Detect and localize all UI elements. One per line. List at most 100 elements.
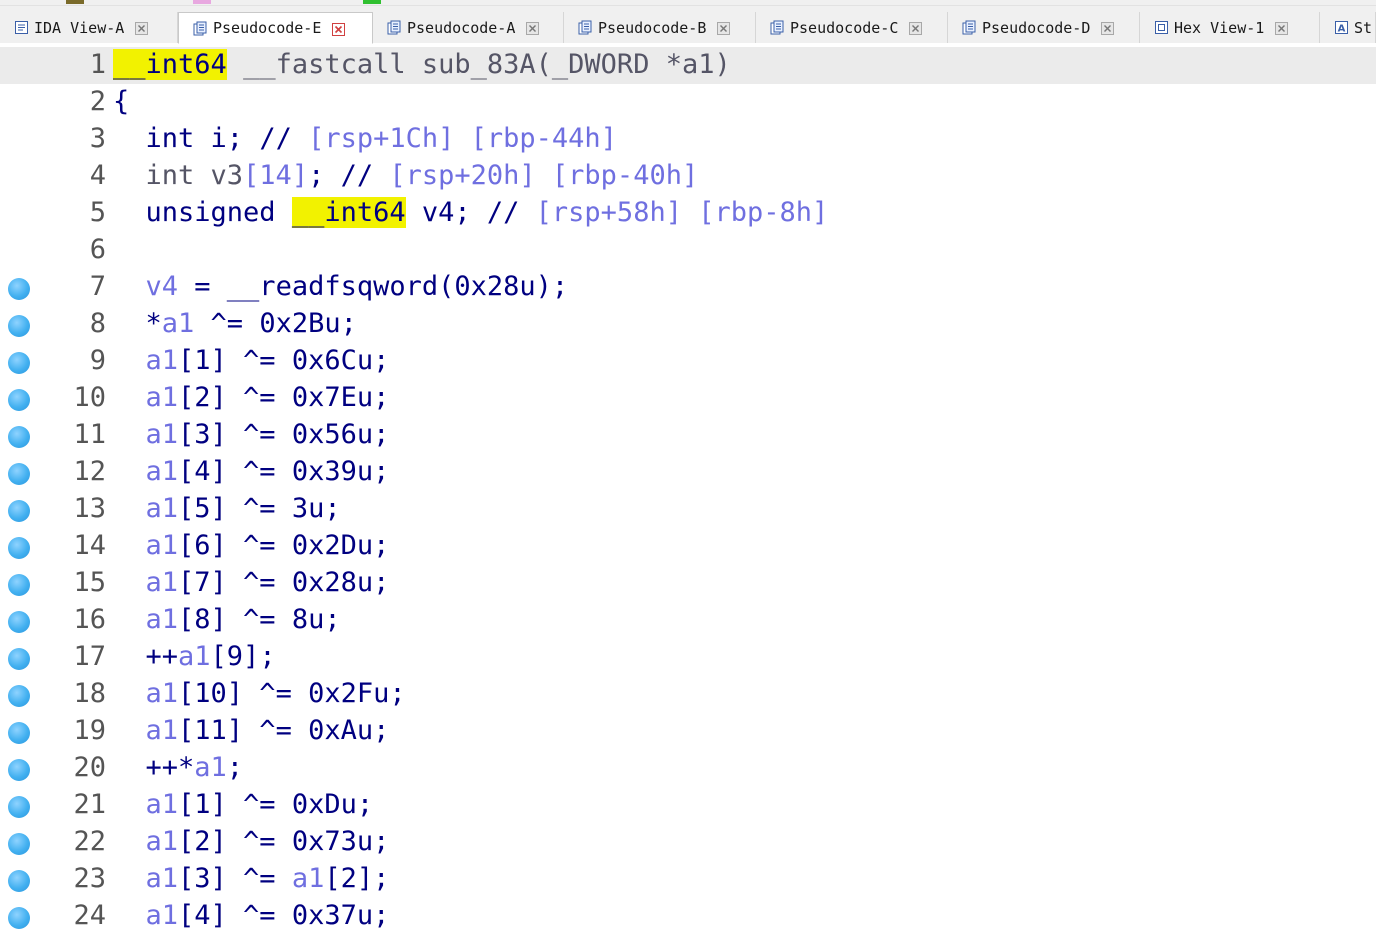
code-token-var[interactable]: a1	[194, 752, 227, 783]
breakpoint-dot-icon[interactable]	[8, 389, 30, 411]
tab-pseudocode-b[interactable]: Pseudocode-B	[564, 12, 756, 43]
code-line[interactable]: 22 a1[2] ^= 0x73u;	[0, 824, 1376, 861]
code-token-var[interactable]: a1	[146, 900, 179, 931]
code-line[interactable]: 17 ++a1[9];	[0, 639, 1376, 676]
line-number: 1	[89, 49, 106, 80]
breakpoint-dot-icon[interactable]	[8, 463, 30, 485]
code-line[interactable]: 10 a1[2] ^= 0x7Eu;	[0, 380, 1376, 417]
breakpoint-dot-icon[interactable]	[8, 648, 30, 670]
code-token-var[interactable]: a1	[146, 567, 179, 598]
breakpoint-dot-icon[interactable]	[8, 315, 30, 337]
code-line[interactable]: 16 a1[8] ^= 8u;	[0, 602, 1376, 639]
code-text: int v3[14]; // [rsp+20h] [rbp-40h]	[113, 161, 699, 191]
code-line[interactable]: 23 a1[3] ^= a1[2];	[0, 861, 1376, 898]
close-tab-icon[interactable]	[526, 21, 540, 35]
code-line[interactable]: 21 a1[1] ^= 0xDu;	[0, 787, 1376, 824]
breakpoint-dot-icon[interactable]	[8, 611, 30, 633]
code-line[interactable]: 3 int i; // [rsp+1Ch] [rbp-44h]	[0, 121, 1376, 158]
breakpoint-dot-icon[interactable]	[8, 722, 30, 744]
close-tab-icon[interactable]	[135, 21, 149, 35]
code-token-var[interactable]: a1	[146, 604, 179, 635]
code-line[interactable]: 7 v4 = __readfsqword(0x28u);	[0, 269, 1376, 306]
code-token-plain: [4] ^= 0x39u;	[178, 456, 390, 487]
pseudocode-editor[interactable]: 1 __int64 __fastcall sub_83A(_DWORD *a1) 2…	[0, 44, 1376, 931]
code-line[interactable]: 9 a1[1] ^= 0x6Cu;	[0, 343, 1376, 380]
breakpoint-dot-icon[interactable]	[8, 574, 30, 596]
code-token-var[interactable]: a1	[146, 715, 179, 746]
code-token-var[interactable]: a1	[146, 493, 179, 524]
code-line[interactable]: 1 __int64 __fastcall sub_83A(_DWORD *a1)	[0, 47, 1376, 84]
code-text: ++a1[9];	[113, 642, 276, 672]
code-token-var[interactable]: a1	[146, 382, 179, 413]
code-token-var[interactable]: a1	[146, 419, 179, 450]
line-number: 4	[89, 160, 106, 191]
code-line[interactable]: 14 a1[6] ^= 0x2Du;	[0, 528, 1376, 565]
code-token-plain: [10] ^= 0x2Fu;	[178, 678, 406, 709]
code-line[interactable]: 8 *a1 ^= 0x2Bu;	[0, 306, 1376, 343]
code-token-var[interactable]: a1	[162, 308, 195, 339]
code-line[interactable]: 6	[0, 232, 1376, 269]
tab-pseudocode-a[interactable]: Pseudocode-A	[373, 12, 564, 43]
breakpoint-dot-icon[interactable]	[8, 870, 30, 892]
code-line[interactable]: 5 unsigned __int64 v4; // [rsp+58h] [rbp…	[0, 195, 1376, 232]
close-tab-icon[interactable]	[909, 21, 923, 35]
code-token-hl[interactable]: __int64	[291, 197, 406, 228]
code-line[interactable]: 18 a1[10] ^= 0x2Fu;	[0, 676, 1376, 713]
code-line[interactable]: 12 a1[4] ^= 0x39u;	[0, 454, 1376, 491]
close-tab-icon[interactable]	[717, 21, 731, 35]
code-token-var[interactable]: a1	[292, 863, 325, 894]
breakpoint-dot-icon[interactable]	[8, 833, 30, 855]
code-token-plain: [4] ^= 0x37u;	[178, 900, 390, 931]
code-token-var[interactable]: a1	[146, 826, 179, 857]
breakpoint-dot-icon[interactable]	[8, 278, 30, 300]
pseudocode-icon	[962, 20, 977, 35]
code-line[interactable]: 19 a1[11] ^= 0xAu;	[0, 713, 1376, 750]
code-line[interactable]: 11 a1[3] ^= 0x56u;	[0, 417, 1376, 454]
breakpoint-dot-icon[interactable]	[8, 537, 30, 559]
code-token-var[interactable]: a1	[146, 789, 179, 820]
tab-ida-view-a[interactable]: IDA View-A	[0, 12, 178, 43]
tab-pseudocode-c[interactable]: Pseudocode-C	[756, 12, 948, 43]
code-token-plain: //	[259, 123, 309, 154]
close-tab-icon[interactable]	[332, 22, 346, 36]
code-line[interactable]: 15 a1[7] ^= 0x28u;	[0, 565, 1376, 602]
code-line[interactable]: 24 a1[4] ^= 0x37u;	[0, 898, 1376, 931]
code-token-plain: [8] ^= 8u;	[178, 604, 341, 635]
line-number: 2	[89, 86, 106, 117]
line-number: 10	[73, 382, 106, 413]
code-line[interactable]: 13 a1[5] ^= 3u;	[0, 491, 1376, 528]
toolbar-color-marker	[193, 0, 211, 4]
code-token-var[interactable]: a1	[146, 678, 179, 709]
code-line[interactable]: 2{	[0, 84, 1376, 121]
code-text: a1[5] ^= 3u;	[113, 494, 341, 524]
breakpoint-dot-icon[interactable]	[8, 759, 30, 781]
breakpoint-dot-icon[interactable]	[8, 426, 30, 448]
code-token-var[interactable]: a1	[146, 530, 179, 561]
code-token-plain: unsigned	[113, 197, 292, 228]
code-token-var[interactable]: a1	[146, 456, 179, 487]
tab-pseudocode-e[interactable]: Pseudocode-E	[178, 12, 373, 44]
line-number: 8	[89, 308, 106, 339]
code-line[interactable]: 4 int v3[14]; // [rsp+20h] [rbp-40h]	[0, 158, 1376, 195]
tab-hex-view-1[interactable]: Hex View-1	[1140, 12, 1320, 43]
code-token-var[interactable]: a1	[146, 863, 179, 894]
close-tab-icon[interactable]	[1101, 21, 1115, 35]
breakpoint-dot-icon[interactable]	[8, 907, 30, 929]
close-tab-icon[interactable]	[1275, 21, 1289, 35]
tab-pseudocode-d[interactable]: Pseudocode-D	[948, 12, 1140, 43]
code-token-var[interactable]: a1	[146, 345, 179, 376]
breakpoint-dot-icon[interactable]	[8, 352, 30, 374]
code-token-plain: ;	[226, 752, 244, 783]
code-token-hl[interactable]: __int64	[113, 49, 227, 80]
breakpoint-dot-icon[interactable]	[8, 796, 30, 818]
code-token-var[interactable]: v4	[146, 271, 179, 302]
breakpoint-dot-icon[interactable]	[8, 685, 30, 707]
tab-st[interactable]: A St	[1320, 12, 1376, 43]
breakpoint-dot-icon[interactable]	[8, 500, 30, 522]
code-token-var[interactable]: a1	[178, 641, 211, 672]
line-number: 24	[73, 900, 106, 931]
code-line[interactable]: 20 ++*a1;	[0, 750, 1376, 787]
